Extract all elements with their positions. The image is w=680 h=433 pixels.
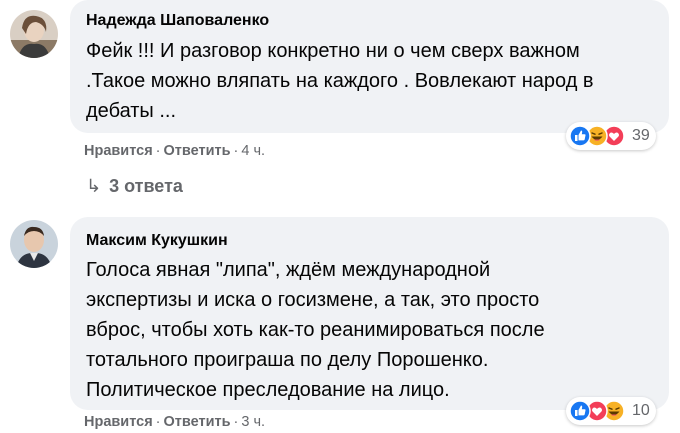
reaction-count: 39 <box>632 127 650 144</box>
comment-text: Голоса явная "липа", ждём международной … <box>86 255 545 405</box>
reaction-summary[interactable]: 10 <box>566 397 656 425</box>
comment-text-line: дебаты ... <box>86 100 177 122</box>
comment-text-line: .Такое можно вляпать на каждого . Вовлек… <box>86 70 594 92</box>
reply-button[interactable]: Ответить <box>164 414 231 430</box>
comment-text-line: вброс, чтобы хоть как-то реанимироваться… <box>86 319 545 341</box>
reply-arrow-icon: ↳ <box>86 176 102 196</box>
comment-actions: Нравится · Ответить · 4 ч. <box>84 143 265 159</box>
separator: · <box>233 414 239 430</box>
comment-author[interactable]: Максим Кукушкин <box>86 232 228 250</box>
comment-bubble: Максим Кукушкин Голоса явная "липа", ждё… <box>70 217 669 410</box>
avatar-image <box>10 220 58 268</box>
comment-text-line: Фейк !!! И разговор конкретно ни о чем с… <box>86 40 580 62</box>
reaction-summary[interactable]: 39 <box>566 122 656 150</box>
like-button[interactable]: Нравится <box>84 414 153 430</box>
avatar[interactable] <box>10 10 58 58</box>
separator: · <box>155 143 161 159</box>
comment-timestamp[interactable]: 3 ч. <box>241 414 265 430</box>
like-icon <box>569 125 591 147</box>
comment-text-line: Политическое преследование на лицо. <box>86 379 450 401</box>
reply-button[interactable]: Ответить <box>164 143 231 159</box>
like-icon <box>569 400 591 422</box>
comment-text-line: Голоса явная "липа", ждём международной <box>86 259 491 281</box>
comment-text-line: тотального проиграша по делу Порошенко. <box>86 349 489 371</box>
avatar-image <box>10 10 58 58</box>
view-replies-link[interactable]: ↳ 3 ответа <box>86 176 183 197</box>
replies-count-label: 3 ответа <box>109 176 183 196</box>
like-button[interactable]: Нравится <box>84 143 153 159</box>
comment-timestamp[interactable]: 4 ч. <box>241 143 265 159</box>
comment-text-line: экспертизы и иска о госизмене, а так, эт… <box>86 289 540 311</box>
comment-bubble: Надежда Шаповаленко Фейк !!! И разговор … <box>70 0 669 133</box>
separator: · <box>155 414 161 430</box>
reaction-count: 10 <box>632 402 650 419</box>
avatar[interactable] <box>10 220 58 268</box>
comment-actions: Нравится · Ответить · 3 ч. <box>84 414 265 430</box>
comment-author[interactable]: Надежда Шаповаленко <box>86 12 269 30</box>
separator: · <box>233 143 239 159</box>
comment-text: Фейк !!! И разговор конкретно ни о чем с… <box>86 36 594 126</box>
